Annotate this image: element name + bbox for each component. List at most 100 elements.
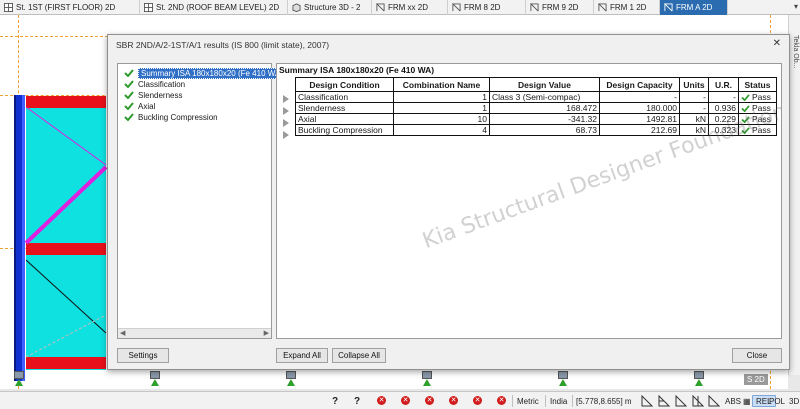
help-icon[interactable]: ? (330, 395, 340, 407)
check-tree: Summary ISA 180x180x20 (Fe 410 WA) Class… (117, 63, 286, 339)
separator (572, 395, 573, 407)
frame-icon (452, 3, 461, 12)
tab-frm-xx-2d[interactable]: FRM xx 2D (372, 0, 448, 15)
brace-line (25, 106, 107, 166)
snap-icon[interactable] (675, 395, 687, 407)
support[interactable] (150, 371, 160, 379)
frame-icon (376, 3, 385, 12)
expand-all-button[interactable]: Expand All (276, 348, 328, 363)
tab-st-1st-2d[interactable]: St. 1ST (FIRST FLOOR) 2D (0, 0, 140, 15)
cell-units: kN (679, 124, 709, 136)
tab-frm-9-2d[interactable]: FRM 9 2D (526, 0, 594, 15)
separator (545, 395, 546, 407)
expand-row-icon[interactable] (283, 95, 289, 103)
structure-3d-icon (292, 3, 301, 12)
tab-frm-8-2d[interactable]: FRM 8 2D (448, 0, 526, 15)
column[interactable] (22, 95, 25, 381)
column-header[interactable]: Design Value (489, 77, 600, 92)
tree-item-label: Axial (138, 101, 156, 111)
snap-icon[interactable] (658, 395, 670, 407)
support[interactable] (558, 371, 568, 379)
scroll-right-icon[interactable]: ▶ (264, 329, 269, 339)
error-icon[interactable]: ✕ (401, 396, 410, 405)
error-icon[interactable]: ✕ (449, 396, 458, 405)
cell-condition: Buckling Compression (295, 124, 394, 136)
cell-design-value: -341.32 (489, 113, 600, 125)
error-icon[interactable]: ✕ (497, 396, 506, 405)
coordinates-readout: [5.778,8.655] m (576, 396, 632, 406)
cell-ur: 0.229 (708, 113, 739, 125)
snap-icon[interactable] (708, 395, 720, 407)
tab-structure-3d[interactable]: Structure 3D - 2 (288, 0, 372, 15)
tree-item-label: Buckling Compression (138, 112, 218, 122)
settings-button[interactable]: Settings (117, 348, 169, 363)
expand-row-icon[interactable] (283, 107, 289, 115)
column-header[interactable]: Design Capacity (599, 77, 680, 92)
error-icon[interactable]: ✕ (425, 396, 434, 405)
cell-status: Pass (738, 91, 777, 103)
column-header[interactable]: Design Condition (295, 77, 394, 92)
table-row[interactable]: Slenderness 1 168.472 180.000 - 0.936 Pa… (295, 102, 777, 114)
dialog-title: SBR 2ND/A/2-1ST/A/1 results (IS 800 (lim… (116, 40, 330, 50)
tab-label: FRM xx 2D (388, 3, 428, 12)
brace-line (25, 314, 107, 358)
tab-frm-a-2d[interactable]: FRM A 2D (660, 0, 728, 15)
snap-icon[interactable] (692, 395, 704, 407)
cell-design-value: Class 3 (Semi-compac) (489, 91, 600, 103)
expand-row-icon[interactable] (283, 119, 289, 127)
support-triangle-icon (15, 379, 23, 386)
horizontal-scrollbar[interactable]: ◀ ▶ (118, 328, 271, 338)
table-row[interactable]: Classification 1 Class 3 (Semi-compac) -… (295, 91, 777, 103)
error-icon[interactable]: ✕ (377, 396, 386, 405)
tree-item-slenderness[interactable]: Slenderness (124, 90, 182, 100)
column-header[interactable]: Combination Name (393, 77, 490, 92)
3d-toggle[interactable]: 3D (786, 395, 800, 407)
collapse-all-button[interactable]: Collapse All (332, 348, 386, 363)
tree-item-classification[interactable]: Classification (124, 79, 185, 89)
support[interactable] (694, 371, 704, 379)
cell-condition: Axial (295, 113, 394, 125)
scroll-left-icon[interactable]: ◀ (120, 329, 125, 339)
snap-icon[interactable] (641, 395, 653, 407)
tree-item-label: Slenderness (138, 90, 183, 100)
status-text: Pass (752, 125, 771, 135)
support[interactable] (422, 371, 432, 379)
expand-row-icon[interactable] (283, 131, 289, 139)
side-panel-label: Tekla Ob... (792, 35, 799, 69)
column-header[interactable]: U.R. (708, 77, 739, 92)
region-indicator[interactable]: India (550, 395, 567, 407)
error-icon[interactable]: ✕ (473, 396, 482, 405)
tab-st-2nd-2d[interactable]: St. 2ND (ROOF BEAM LEVEL) 2D (140, 0, 288, 15)
cell-design-value: 68.73 (489, 124, 600, 136)
support[interactable] (14, 371, 24, 379)
status-text: Pass (752, 92, 771, 102)
support[interactable] (286, 371, 296, 379)
document-tab-bar: St. 1ST (FIRST FLOOR) 2D St. 2ND (ROOF B… (0, 0, 800, 15)
tree-item-buckling-compression[interactable]: Buckling Compression (124, 112, 218, 122)
close-button[interactable]: Close (732, 348, 782, 363)
cell-ur: 0.323 (708, 124, 739, 136)
pol-toggle[interactable]: POL (766, 395, 788, 407)
tab-label: FRM A 2D (676, 3, 713, 12)
tab-overflow-icon[interactable]: ▾ (794, 2, 798, 11)
brace-member (24, 165, 108, 245)
floor-plan-icon (4, 3, 13, 12)
column-header[interactable]: Status (738, 77, 777, 92)
frame-icon (664, 3, 673, 12)
column-header[interactable]: Units (679, 77, 709, 92)
help-icon[interactable]: ? (352, 395, 362, 407)
column[interactable] (14, 95, 22, 381)
close-icon[interactable]: ✕ (773, 38, 781, 49)
cell-condition: Slenderness (295, 102, 394, 114)
tree-item-summary[interactable]: Summary ISA 180x180x20 (Fe 410 WA) (124, 67, 286, 79)
cell-design-capacity: - (599, 91, 680, 103)
results-panel: Summary ISA 180x180x20 (Fe 410 WA) Desig… (276, 63, 782, 339)
tab-label: St. 1ST (FIRST FLOOR) 2D (16, 3, 116, 12)
units-indicator[interactable]: Metric (517, 395, 539, 407)
tab-frm-1-2d[interactable]: FRM 1 2D (594, 0, 660, 15)
table-row[interactable]: Buckling Compression 4 68.73 212.69 kN 0… (295, 124, 777, 136)
view-badge: S 2D (744, 374, 768, 385)
tree-item-axial[interactable]: Axial (124, 101, 155, 111)
table-row[interactable]: Axial 10 -341.32 1492.81 kN 0.229 Pass (295, 113, 777, 125)
frame-icon (598, 3, 607, 12)
